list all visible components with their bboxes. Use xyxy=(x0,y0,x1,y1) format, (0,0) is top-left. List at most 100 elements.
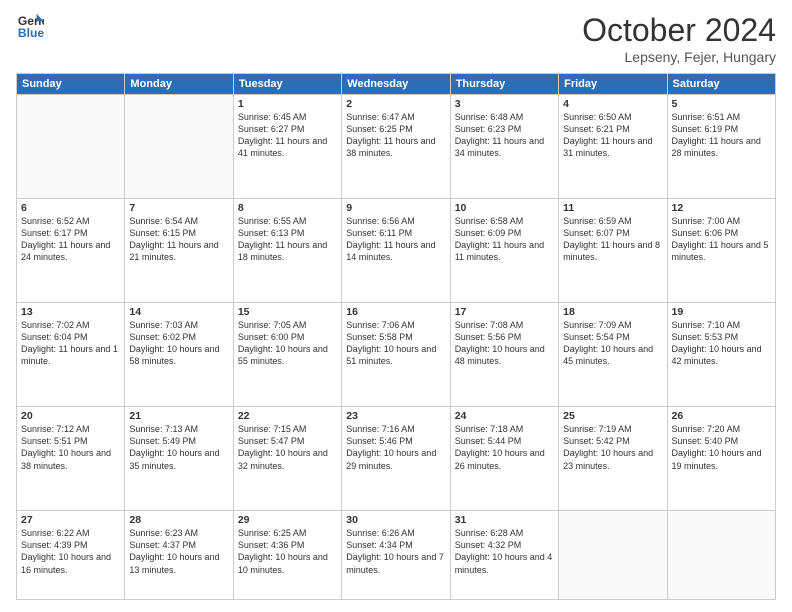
day-sunset: Sunset: 5:47 PM xyxy=(238,436,305,446)
calendar-cell-w5-d6 xyxy=(559,511,667,600)
day-sunrise: Sunrise: 6:25 AM xyxy=(238,528,307,538)
day-sunrise: Sunrise: 6:28 AM xyxy=(455,528,524,538)
day-sunrise: Sunrise: 7:15 AM xyxy=(238,424,307,434)
day-daylight: Daylight: 11 hours and 11 minutes. xyxy=(455,240,544,262)
day-number: 23 xyxy=(346,410,445,422)
calendar-cell-w4-d7: 26 Sunrise: 7:20 AM Sunset: 5:40 PM Dayl… xyxy=(667,407,775,511)
calendar-cell-w1-d7: 5 Sunrise: 6:51 AM Sunset: 6:19 PM Dayli… xyxy=(667,95,775,199)
day-daylight: Daylight: 10 hours and 7 minutes. xyxy=(346,552,444,574)
day-sunrise: Sunrise: 6:55 AM xyxy=(238,216,307,226)
week-row-1: 1 Sunrise: 6:45 AM Sunset: 6:27 PM Dayli… xyxy=(17,95,776,199)
day-sunset: Sunset: 4:37 PM xyxy=(129,540,196,550)
day-sunrise: Sunrise: 6:23 AM xyxy=(129,528,198,538)
day-sunrise: Sunrise: 6:51 AM xyxy=(672,112,741,122)
calendar-cell-w2-d6: 11 Sunrise: 6:59 AM Sunset: 6:07 PM Dayl… xyxy=(559,199,667,303)
calendar-cell-w3-d4: 16 Sunrise: 7:06 AM Sunset: 5:58 PM Dayl… xyxy=(342,303,450,407)
day-sunset: Sunset: 5:53 PM xyxy=(672,332,739,342)
day-daylight: Daylight: 10 hours and 4 minutes. xyxy=(455,552,553,574)
day-sunrise: Sunrise: 7:12 AM xyxy=(21,424,90,434)
day-sunrise: Sunrise: 7:10 AM xyxy=(672,320,741,330)
day-sunrise: Sunrise: 6:45 AM xyxy=(238,112,307,122)
day-number: 8 xyxy=(238,202,337,214)
day-number: 24 xyxy=(455,410,554,422)
day-number: 11 xyxy=(563,202,662,214)
day-daylight: Daylight: 11 hours and 28 minutes. xyxy=(672,136,761,158)
day-number: 14 xyxy=(129,306,228,318)
calendar-cell-w5-d7 xyxy=(667,511,775,600)
header-monday: Monday xyxy=(125,74,233,95)
day-number: 10 xyxy=(455,202,554,214)
day-sunrise: Sunrise: 6:54 AM xyxy=(129,216,198,226)
day-sunset: Sunset: 6:27 PM xyxy=(238,124,305,134)
day-sunset: Sunset: 6:21 PM xyxy=(563,124,630,134)
calendar-cell-w3-d5: 17 Sunrise: 7:08 AM Sunset: 5:56 PM Dayl… xyxy=(450,303,558,407)
calendar-cell-w2-d2: 7 Sunrise: 6:54 AM Sunset: 6:15 PM Dayli… xyxy=(125,199,233,303)
day-sunrise: Sunrise: 6:59 AM xyxy=(563,216,632,226)
day-number: 19 xyxy=(672,306,771,318)
day-daylight: Daylight: 11 hours and 34 minutes. xyxy=(455,136,544,158)
calendar-cell-w1-d4: 2 Sunrise: 6:47 AM Sunset: 6:25 PM Dayli… xyxy=(342,95,450,199)
day-number: 12 xyxy=(672,202,771,214)
day-number: 21 xyxy=(129,410,228,422)
day-daylight: Daylight: 10 hours and 23 minutes. xyxy=(563,448,653,470)
day-daylight: Daylight: 11 hours and 38 minutes. xyxy=(346,136,435,158)
day-daylight: Daylight: 11 hours and 41 minutes. xyxy=(238,136,327,158)
day-number: 31 xyxy=(455,514,554,526)
day-daylight: Daylight: 11 hours and 14 minutes. xyxy=(346,240,435,262)
day-sunrise: Sunrise: 7:05 AM xyxy=(238,320,307,330)
day-sunset: Sunset: 4:39 PM xyxy=(21,540,88,550)
day-number: 1 xyxy=(238,98,337,110)
calendar-table: Sunday Monday Tuesday Wednesday Thursday… xyxy=(16,73,776,600)
day-number: 4 xyxy=(563,98,662,110)
calendar-cell-w1-d2 xyxy=(125,95,233,199)
calendar-cell-w4-d4: 23 Sunrise: 7:16 AM Sunset: 5:46 PM Dayl… xyxy=(342,407,450,511)
calendar-cell-w4-d2: 21 Sunrise: 7:13 AM Sunset: 5:49 PM Dayl… xyxy=(125,407,233,511)
day-sunrise: Sunrise: 6:56 AM xyxy=(346,216,415,226)
month-title: October 2024 xyxy=(582,12,776,49)
day-sunset: Sunset: 5:56 PM xyxy=(455,332,522,342)
week-row-2: 6 Sunrise: 6:52 AM Sunset: 6:17 PM Dayli… xyxy=(17,199,776,303)
day-sunset: Sunset: 6:23 PM xyxy=(455,124,522,134)
day-sunrise: Sunrise: 7:16 AM xyxy=(346,424,415,434)
day-sunrise: Sunrise: 6:22 AM xyxy=(21,528,90,538)
day-daylight: Daylight: 11 hours and 18 minutes. xyxy=(238,240,327,262)
day-number: 28 xyxy=(129,514,228,526)
day-sunrise: Sunrise: 6:47 AM xyxy=(346,112,415,122)
day-number: 26 xyxy=(672,410,771,422)
calendar-cell-w5-d3: 29 Sunrise: 6:25 AM Sunset: 4:36 PM Dayl… xyxy=(233,511,341,600)
day-daylight: Daylight: 10 hours and 48 minutes. xyxy=(455,344,545,366)
calendar-cell-w4-d6: 25 Sunrise: 7:19 AM Sunset: 5:42 PM Dayl… xyxy=(559,407,667,511)
day-sunset: Sunset: 5:42 PM xyxy=(563,436,630,446)
day-sunset: Sunset: 6:11 PM xyxy=(346,228,412,238)
day-daylight: Daylight: 10 hours and 13 minutes. xyxy=(129,552,219,574)
calendar-cell-w3-d2: 14 Sunrise: 7:03 AM Sunset: 6:02 PM Dayl… xyxy=(125,303,233,407)
calendar-cell-w2-d3: 8 Sunrise: 6:55 AM Sunset: 6:13 PM Dayli… xyxy=(233,199,341,303)
day-sunrise: Sunrise: 7:13 AM xyxy=(129,424,198,434)
day-sunset: Sunset: 5:49 PM xyxy=(129,436,196,446)
header-sunday: Sunday xyxy=(17,74,125,95)
title-area: October 2024 Lepseny, Fejer, Hungary xyxy=(582,12,776,65)
day-daylight: Daylight: 10 hours and 35 minutes. xyxy=(129,448,219,470)
day-sunset: Sunset: 6:07 PM xyxy=(563,228,630,238)
day-sunrise: Sunrise: 7:08 AM xyxy=(455,320,524,330)
calendar-cell-w4-d3: 22 Sunrise: 7:15 AM Sunset: 5:47 PM Dayl… xyxy=(233,407,341,511)
day-sunrise: Sunrise: 7:09 AM xyxy=(563,320,632,330)
calendar-cell-w1-d1 xyxy=(17,95,125,199)
day-daylight: Daylight: 10 hours and 55 minutes. xyxy=(238,344,328,366)
day-daylight: Daylight: 10 hours and 32 minutes. xyxy=(238,448,328,470)
day-number: 27 xyxy=(21,514,120,526)
day-daylight: Daylight: 11 hours and 5 minutes. xyxy=(672,240,769,262)
header-saturday: Saturday xyxy=(667,74,775,95)
week-row-3: 13 Sunrise: 7:02 AM Sunset: 6:04 PM Dayl… xyxy=(17,303,776,407)
day-sunset: Sunset: 5:58 PM xyxy=(346,332,413,342)
day-number: 5 xyxy=(672,98,771,110)
week-row-5: 27 Sunrise: 6:22 AM Sunset: 4:39 PM Dayl… xyxy=(17,511,776,600)
day-sunrise: Sunrise: 6:48 AM xyxy=(455,112,524,122)
week-row-4: 20 Sunrise: 7:12 AM Sunset: 5:51 PM Dayl… xyxy=(17,407,776,511)
day-number: 20 xyxy=(21,410,120,422)
day-sunrise: Sunrise: 7:18 AM xyxy=(455,424,524,434)
day-sunset: Sunset: 6:19 PM xyxy=(672,124,739,134)
day-sunset: Sunset: 5:51 PM xyxy=(21,436,88,446)
svg-text:Blue: Blue xyxy=(18,26,44,40)
day-sunset: Sunset: 6:25 PM xyxy=(346,124,413,134)
